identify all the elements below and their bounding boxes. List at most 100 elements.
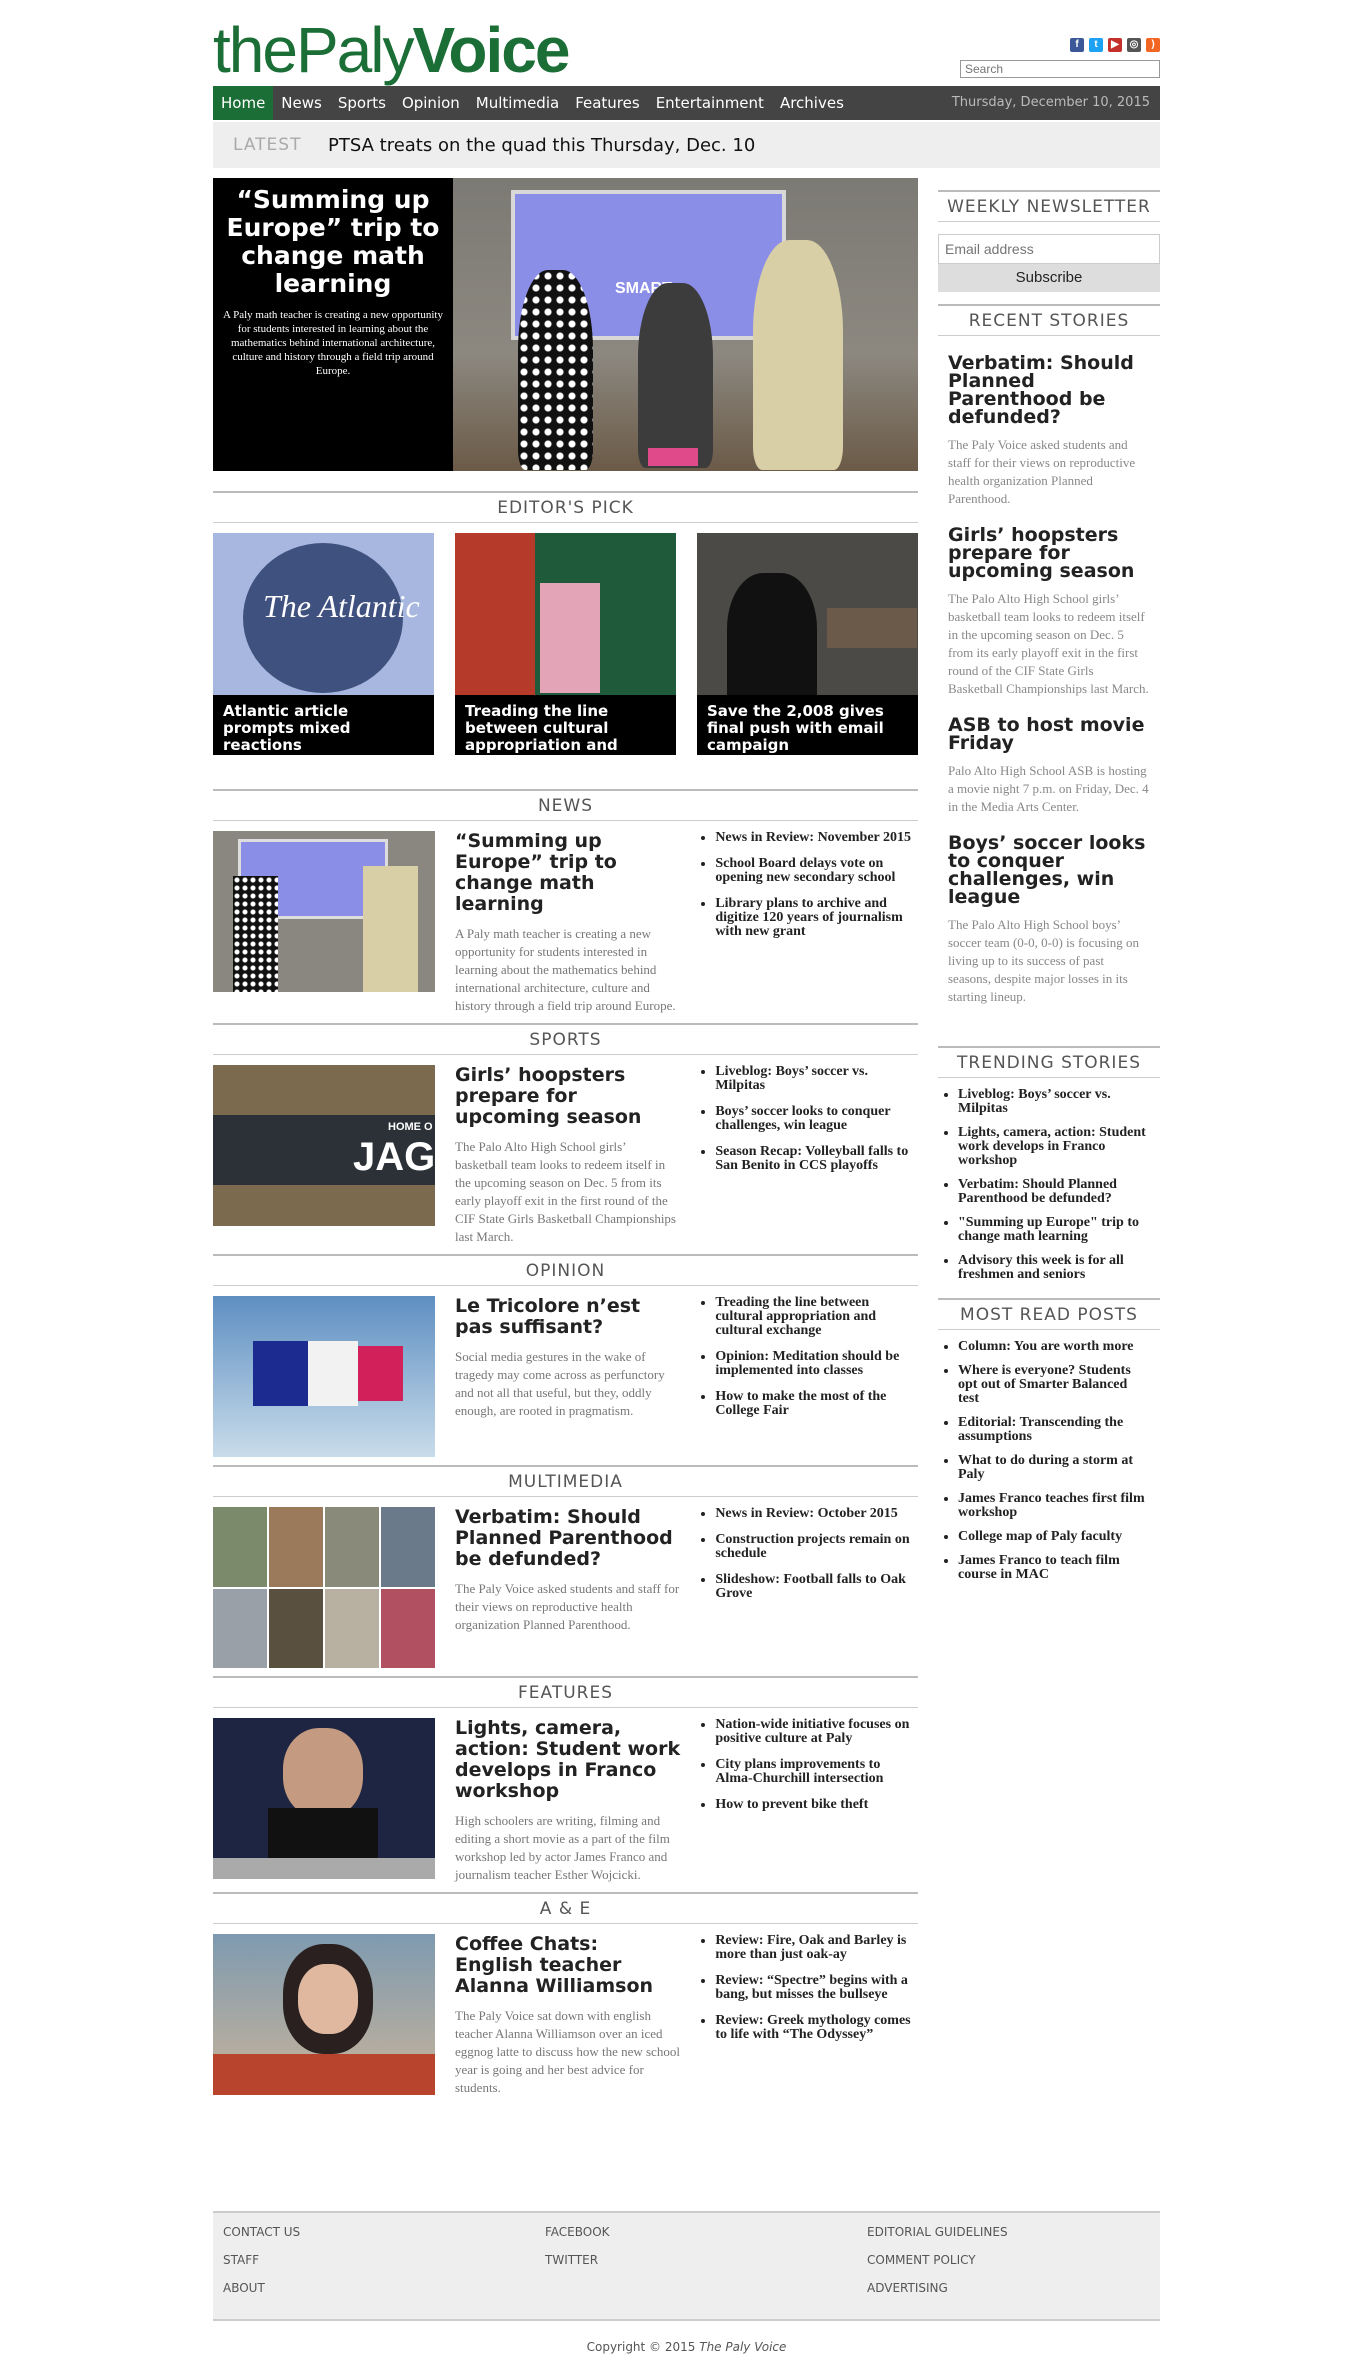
story-title[interactable]: Le Tricolore n’est pas suffisant? xyxy=(455,1296,681,1338)
hero-image[interactable]: SMART xyxy=(453,178,918,471)
story-teaser: Le Tricolore n’est pas suffisant? Social… xyxy=(455,1296,681,1457)
most-read-heading: MOST READ POSTS xyxy=(938,1298,1160,1330)
story-thumbnail[interactable] xyxy=(213,1934,435,2095)
nav-sports[interactable]: Sports xyxy=(330,86,394,120)
flag-white xyxy=(308,1341,358,1406)
story-desc: The Palo Alto High School girls’ basketb… xyxy=(455,1139,676,1244)
subscribe-button[interactable]: Subscribe xyxy=(938,264,1160,292)
search-input[interactable] xyxy=(960,60,1160,78)
footer-link[interactable]: COMMENT POLICY xyxy=(867,2253,1008,2267)
related-link[interactable]: School Board delays vote on opening new … xyxy=(715,857,918,885)
section-heading-sports: SPORTS xyxy=(213,1023,918,1055)
instagram-icon[interactable]: ◎ xyxy=(1127,38,1141,52)
nav-entertainment[interactable]: Entertainment xyxy=(648,86,772,120)
pick-caption: Treading the line between cultural appro… xyxy=(455,695,676,755)
pick-card[interactable]: Treading the line between cultural appro… xyxy=(455,533,676,755)
trending-item[interactable]: Advisory this week is for all freshmen a… xyxy=(958,1254,1150,1282)
pick-card[interactable]: Save the 2,008 gives final push with ema… xyxy=(697,533,918,755)
email-field[interactable] xyxy=(938,234,1160,264)
most-read-list: Column: You are worth more Where is ever… xyxy=(938,1330,1160,1598)
related-link[interactable]: How to make the most of the College Fair xyxy=(715,1390,918,1418)
section-heading-ae: A & E xyxy=(213,1892,918,1924)
story-thumbnail[interactable] xyxy=(213,1507,435,1668)
story-teaser: Lights, camera, action: Student work dev… xyxy=(455,1718,681,1884)
most-read-item[interactable]: James Franco to teach film course in MAC xyxy=(958,1554,1150,1582)
nav-multimedia[interactable]: Multimedia xyxy=(468,86,567,120)
section-heading-multimedia: MULTIMEDIA xyxy=(213,1465,918,1497)
related-link[interactable]: News in Review: October 2015 xyxy=(715,1507,918,1521)
footer-link[interactable]: ADVERTISING xyxy=(867,2281,1008,2295)
related-link[interactable]: Liveblog: Boys’ soccer vs. Milpitas xyxy=(715,1065,918,1093)
nav-opinion[interactable]: Opinion xyxy=(394,86,468,120)
related-link[interactable]: Construction projects remain on schedule xyxy=(715,1533,918,1561)
story-thumbnail[interactable] xyxy=(213,1718,435,1879)
twitter-icon[interactable]: t xyxy=(1089,38,1103,52)
story-title[interactable]: Verbatim: Should Planned Parenthood be d… xyxy=(455,1507,681,1570)
hero-story[interactable]: “Summing up Europe” trip to change math … xyxy=(213,178,918,471)
footer-link[interactable]: TWITTER xyxy=(545,2253,610,2267)
recent-title[interactable]: Boys’ soccer looks to conquer challenges… xyxy=(948,834,1150,907)
nav-archives[interactable]: Archives xyxy=(772,86,852,120)
footer-col-3: EDITORIAL GUIDELINES COMMENT POLICY ADVE… xyxy=(867,2225,1008,2309)
trending-item[interactable]: Lights, camera, action: Student work dev… xyxy=(958,1126,1150,1168)
story-thumbnail[interactable] xyxy=(213,831,435,992)
footer-link[interactable]: STAFF xyxy=(223,2253,300,2267)
story-teaser: Coffee Chats: English teacher Alanna Wil… xyxy=(455,1934,681,2097)
related-link[interactable]: Review: Fire, Oak and Barley is more tha… xyxy=(715,1934,918,1962)
nav-news[interactable]: News xyxy=(273,86,330,120)
latest-link[interactable]: PTSA treats on the quad this Thursday, D… xyxy=(328,135,755,156)
rss-icon[interactable]: ) xyxy=(1146,38,1160,52)
youtube-icon[interactable]: ▶ xyxy=(1108,38,1122,52)
section-multimedia: Verbatim: Should Planned Parenthood be d… xyxy=(213,1507,918,1668)
footer-link[interactable]: EDITORIAL GUIDELINES xyxy=(867,2225,1008,2239)
related-link[interactable]: Treading the line between cultural appro… xyxy=(715,1296,918,1338)
story-teaser: Girls’ hoopsters prepare for upcoming se… xyxy=(455,1065,681,1246)
story-title[interactable]: “Summing up Europe” trip to change math … xyxy=(455,831,681,915)
footer-link[interactable]: ABOUT xyxy=(223,2281,300,2295)
related-link[interactable]: How to prevent bike theft xyxy=(715,1798,918,1812)
story-thumbnail[interactable] xyxy=(213,1296,435,1457)
story-desc: The Paly Voice sat down with english tea… xyxy=(455,2008,680,2095)
recent-title[interactable]: Girls’ hoopsters prepare for upcoming se… xyxy=(948,526,1150,581)
trending-list: Liveblog: Boys’ soccer vs. Milpitas Ligh… xyxy=(938,1078,1160,1298)
related-link[interactable]: Nation-wide initiative focuses on positi… xyxy=(715,1718,918,1746)
footer-link[interactable]: CONTACT US xyxy=(223,2225,300,2239)
related-link[interactable]: Slideshow: Football falls to Oak Grove xyxy=(715,1573,918,1601)
trending-item[interactable]: "Summing up Europe" trip to change math … xyxy=(958,1216,1150,1244)
nav-features[interactable]: Features xyxy=(567,86,648,120)
story-title[interactable]: Girls’ hoopsters prepare for upcoming se… xyxy=(455,1065,681,1128)
most-read-item[interactable]: Editorial: Transcending the assumptions xyxy=(958,1416,1150,1444)
related-link[interactable]: Library plans to archive and digitize 12… xyxy=(715,897,918,939)
section-heading-features: FEATURES xyxy=(213,1676,918,1708)
section-sports: HOME O JAG Girls’ hoopsters prepare for … xyxy=(213,1065,918,1246)
story-thumbnail[interactable]: HOME O JAG xyxy=(213,1065,435,1226)
most-read-item[interactable]: James Franco teaches first film workshop xyxy=(958,1492,1150,1520)
related-link[interactable]: News in Review: November 2015 xyxy=(715,831,918,845)
related-link[interactable]: City plans improvements to Alma-Churchil… xyxy=(715,1758,918,1786)
trending-item[interactable]: Verbatim: Should Planned Parenthood be d… xyxy=(958,1178,1150,1206)
related-link[interactable]: Opinion: Meditation should be implemente… xyxy=(715,1350,918,1378)
story-title[interactable]: Lights, camera, action: Student work dev… xyxy=(455,1718,681,1802)
related-link[interactable]: Review: Greek mythology comes to life wi… xyxy=(715,2014,918,2042)
recent-title[interactable]: Verbatim: Should Planned Parenthood be d… xyxy=(948,354,1150,427)
trending-item[interactable]: Liveblog: Boys’ soccer vs. Milpitas xyxy=(958,1088,1150,1116)
related-link[interactable]: Season Recap: Volleyball falls to San Be… xyxy=(715,1145,918,1173)
hero-title[interactable]: “Summing up Europe” trip to change math … xyxy=(223,186,443,298)
logo-part-2: Voice xyxy=(412,14,570,86)
related-link[interactable]: Boys’ soccer looks to conquer challenges… xyxy=(715,1105,918,1133)
most-read-item[interactable]: What to do during a storm at Paly xyxy=(958,1454,1150,1482)
site-logo[interactable]: thePalyVoice xyxy=(213,10,570,90)
most-read-item[interactable]: College map of Paly faculty xyxy=(958,1530,1150,1544)
latest-ticker: LATEST PTSA treats on the quad this Thur… xyxy=(213,122,1160,168)
recent-title[interactable]: ASB to host movie Friday xyxy=(948,716,1150,753)
story-title[interactable]: Coffee Chats: English teacher Alanna Wil… xyxy=(455,1934,681,1997)
latest-label: LATEST xyxy=(233,135,302,155)
most-read-item[interactable]: Where is everyone? Students opt out of S… xyxy=(958,1364,1150,1406)
thumb-face xyxy=(298,1964,358,2034)
pick-card[interactable]: The Atlantic Atlantic article prompts mi… xyxy=(213,533,434,755)
related-link[interactable]: Review: “Spectre” begins with a bang, bu… xyxy=(715,1974,918,2002)
facebook-icon[interactable]: f xyxy=(1070,38,1084,52)
footer-link[interactable]: FACEBOOK xyxy=(545,2225,610,2239)
nav-home[interactable]: Home xyxy=(213,86,274,120)
most-read-item[interactable]: Column: You are worth more xyxy=(958,1340,1150,1354)
